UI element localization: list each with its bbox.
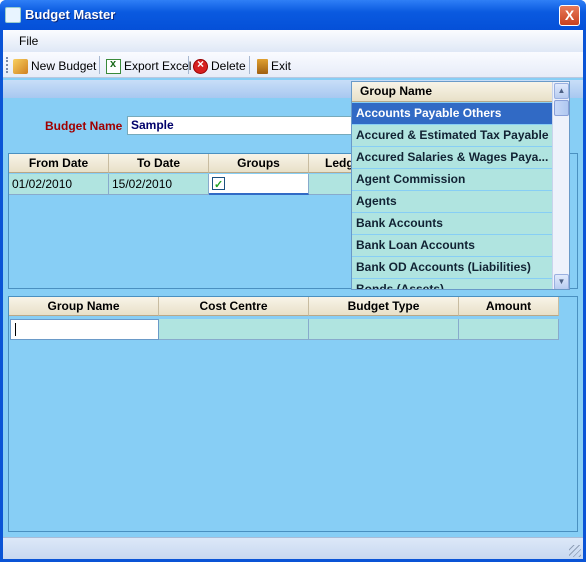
header-group-name[interactable]: Group Name [9, 297, 159, 316]
delete-icon [193, 57, 208, 74]
dropdown-item[interactable]: Bank Loan Accounts [352, 235, 552, 257]
window-title: Budget Master [25, 7, 116, 22]
dropdown-item[interactable]: Agents [352, 191, 552, 213]
export-excel-button[interactable]: Export Excel [106, 57, 191, 75]
cell-from-date[interactable]: 01/02/2010 [9, 174, 109, 195]
budget-name-label: Budget Name [45, 119, 123, 133]
dropdown-item[interactable]: Bank Accounts [352, 213, 552, 235]
resize-grip-icon[interactable] [569, 545, 581, 557]
budget-type-cell[interactable] [309, 319, 459, 340]
header-from-date[interactable]: From Date [9, 154, 109, 173]
dropdown-item[interactable]: Bonds (Assets) [352, 279, 552, 289]
app-icon [5, 7, 21, 23]
dropdown-item[interactable]: Bank OD Accounts (Liabilities) [352, 257, 552, 279]
toolbar-separator [99, 56, 100, 74]
header-to-date[interactable]: To Date [109, 154, 209, 173]
budget-name-input[interactable]: Sample [127, 116, 357, 135]
header-amount[interactable]: Amount [459, 297, 559, 316]
toolbar: New Budget Export Excel Delete Exit [3, 52, 583, 78]
toolbar-grip [6, 57, 9, 73]
delete-button[interactable]: Delete [193, 57, 246, 75]
title-bar: Budget Master X [0, 0, 586, 30]
dropdown-item[interactable]: Accured Salaries & Wages Paya... [352, 147, 552, 169]
exit-icon [257, 58, 268, 74]
budget-detail-grid: Group Name Cost Centre Budget Type Amoun… [8, 296, 578, 532]
client-area: File New Budget Export Excel Delete Exit [3, 30, 583, 559]
delete-label: Delete [211, 59, 246, 73]
groups-checkbox[interactable] [212, 175, 225, 195]
dropdown-header: Group Name [352, 82, 552, 102]
amount-cell[interactable] [459, 319, 559, 340]
dropdown-item[interactable]: Accounts Payable Others [352, 103, 552, 125]
text-caret [15, 323, 16, 336]
new-budget-label: New Budget [31, 59, 97, 73]
group-name-dropdown[interactable]: Group Name Accounts Payable Others Accur… [351, 81, 570, 290]
export-excel-label: Export Excel [124, 59, 192, 73]
menu-bar: File [3, 30, 583, 52]
cell-to-date[interactable]: 15/02/2010 [109, 174, 209, 195]
dropdown-item[interactable]: Agent Commission [352, 169, 552, 191]
scroll-up-icon[interactable]: ▲ [554, 83, 569, 99]
dropdown-item[interactable]: Accured & Estimated Tax Payable [352, 125, 552, 147]
header-budget-type[interactable]: Budget Type [309, 297, 459, 316]
scroll-down-icon[interactable]: ▼ [554, 274, 569, 289]
group-name-input[interactable] [10, 319, 159, 340]
cost-centre-cell[interactable] [159, 319, 309, 340]
exit-button[interactable]: Exit [257, 57, 291, 75]
header-cost-centre[interactable]: Cost Centre [159, 297, 309, 316]
header-groups[interactable]: Groups [209, 154, 309, 173]
toolbar-separator [188, 56, 189, 74]
new-budget-button[interactable]: New Budget [13, 57, 96, 75]
toolbar-separator [249, 56, 250, 74]
exit-label: Exit [271, 59, 292, 73]
menu-file[interactable]: File [19, 34, 38, 48]
dropdown-scrollbar[interactable]: ▲ ▼ [552, 82, 569, 289]
new-budget-icon [13, 58, 28, 74]
cell-groups[interactable] [209, 174, 309, 195]
close-button[interactable]: X [559, 5, 580, 26]
excel-icon [106, 58, 121, 74]
cell-ledgers[interactable] [309, 174, 354, 195]
budget-master-window: Budget Master X File New Budget Export E… [0, 0, 586, 562]
status-bar [3, 537, 583, 559]
scroll-thumb[interactable] [554, 100, 569, 116]
